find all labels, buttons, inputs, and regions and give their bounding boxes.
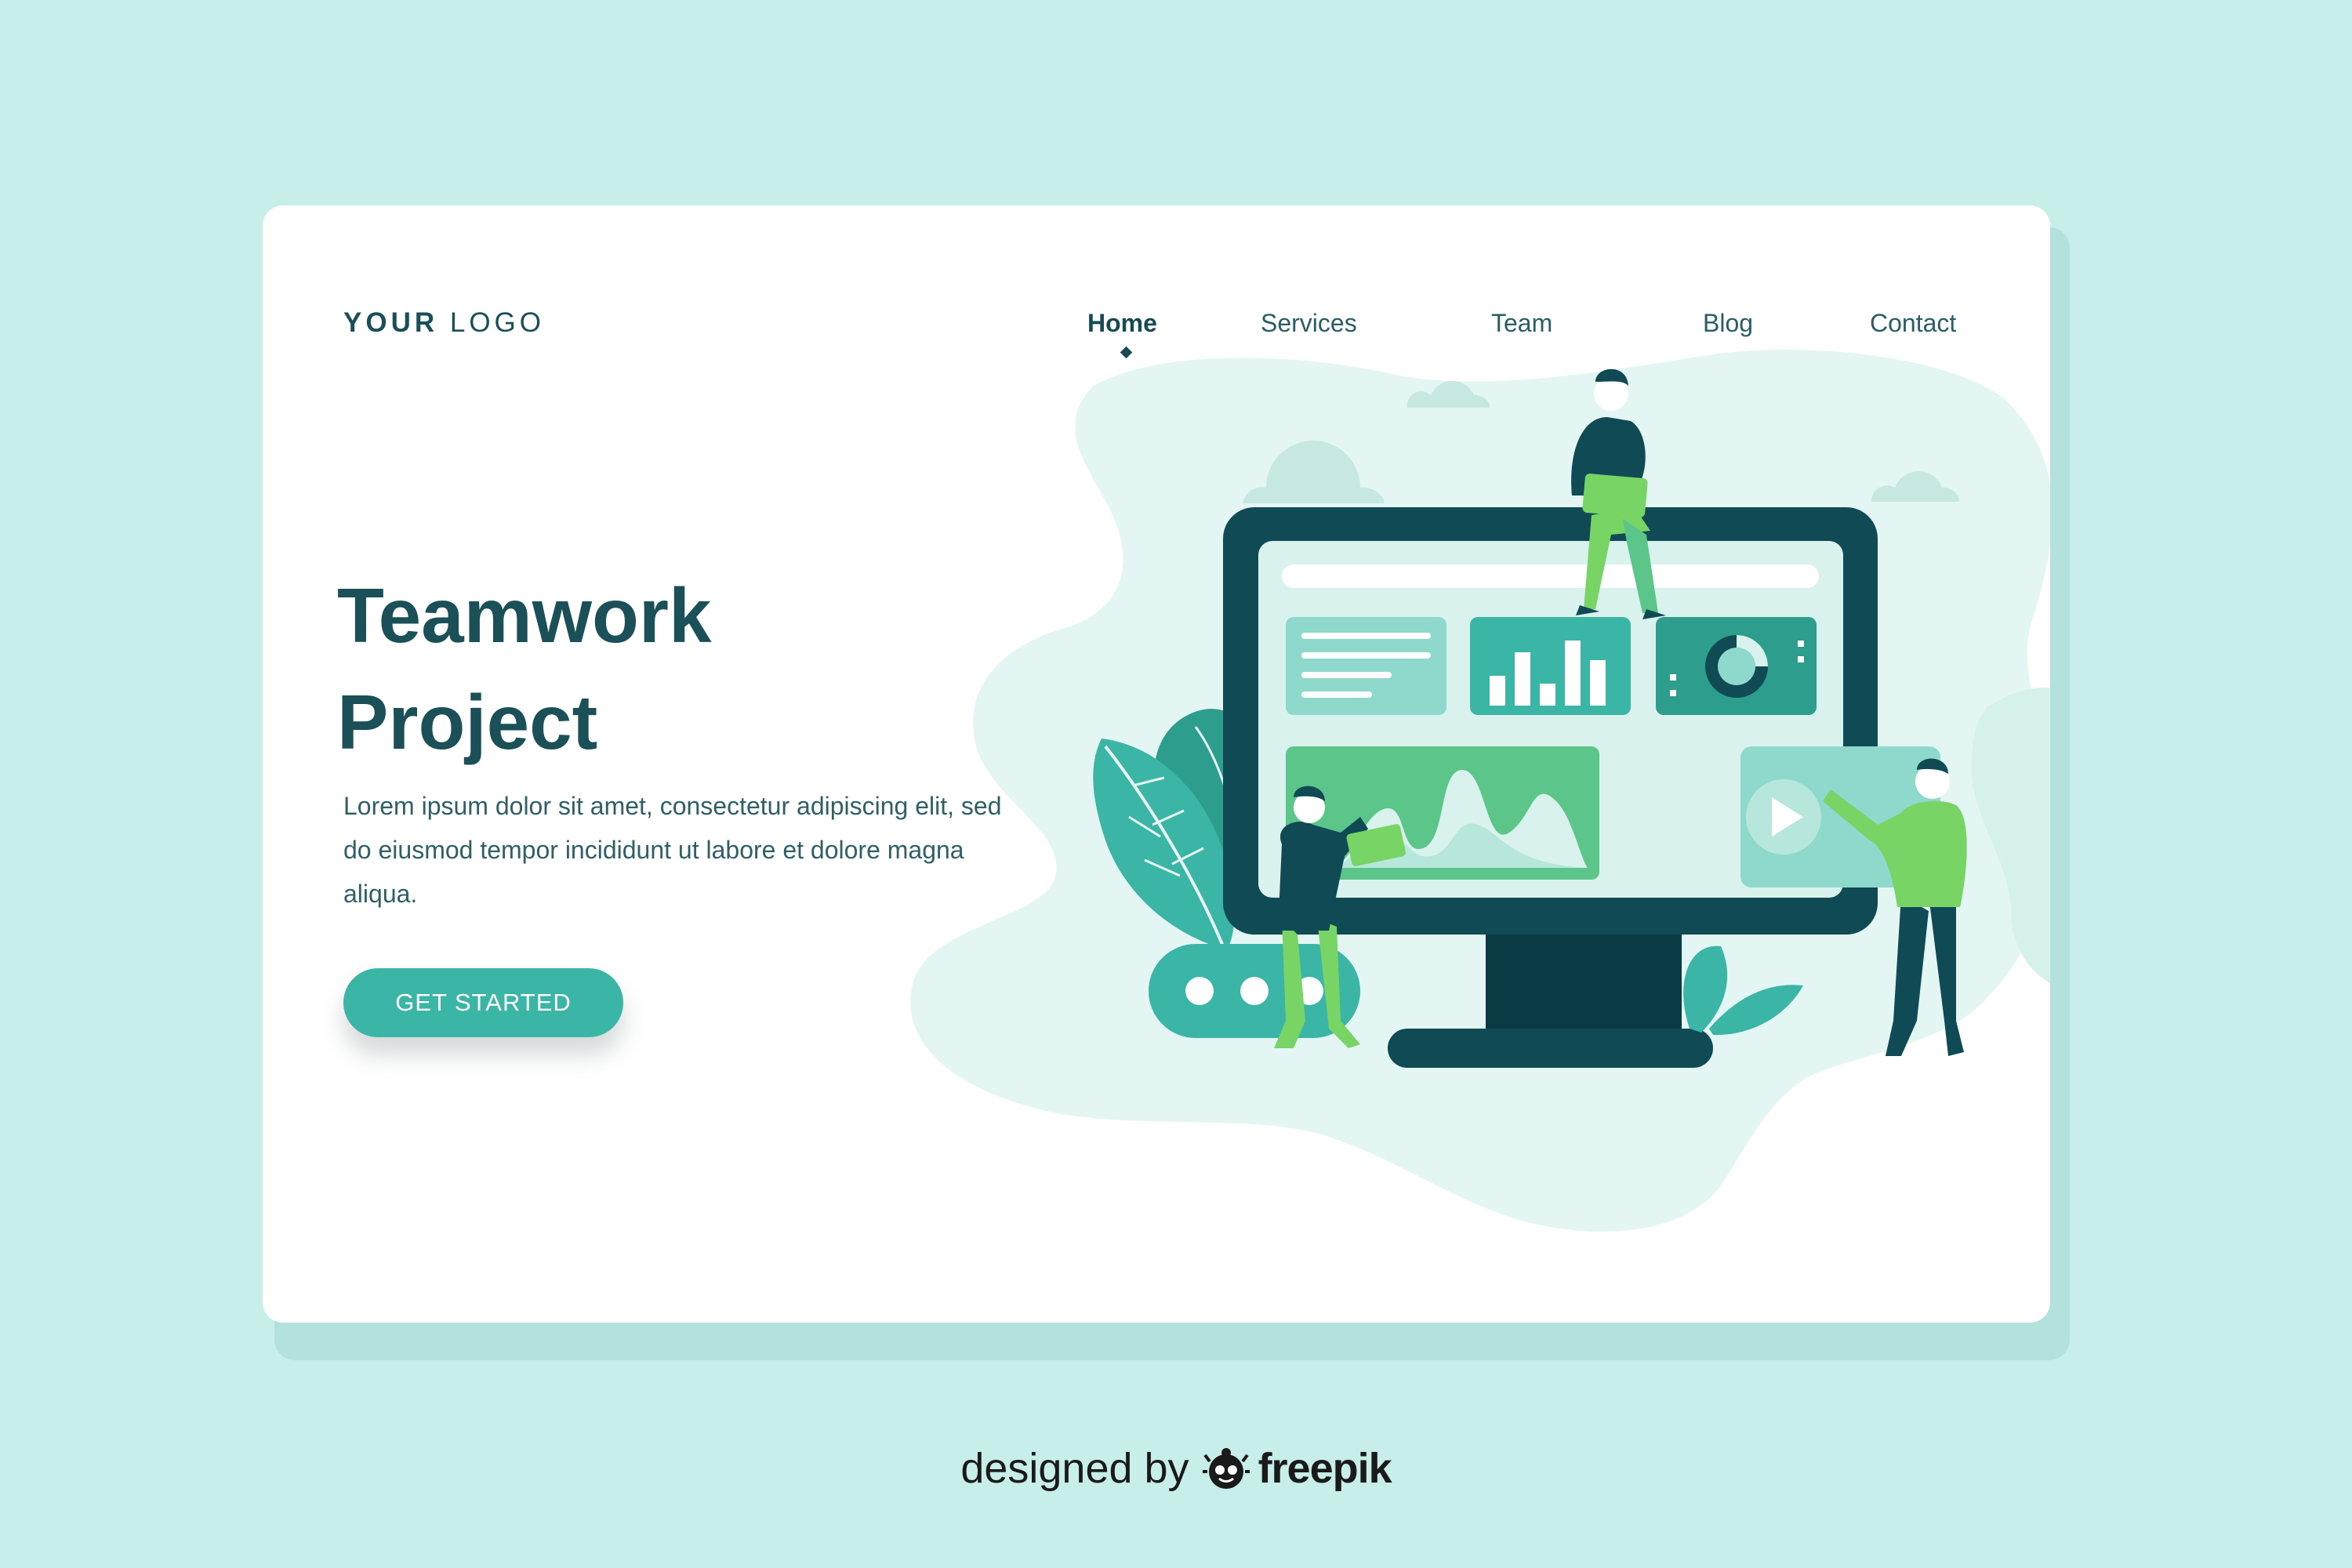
page: YOUR LOGO Home Services Team Blog Contac… [0, 0, 2352, 1568]
design-credit: designed by freepik [0, 1444, 2352, 1493]
get-started-button[interactable]: GET STARTED [343, 968, 623, 1037]
hero-title: Teamwork Project [337, 562, 711, 775]
landing-card: YOUR LOGO Home Services Team Blog Contac… [263, 205, 2050, 1323]
main-nav: Home Services Team Blog Contact [263, 309, 2050, 359]
nav-item-services[interactable]: Services [1261, 309, 1357, 338]
credit-prefix: designed by [960, 1445, 1189, 1492]
credit-brand: freepik [1258, 1445, 1392, 1492]
nav-item-home[interactable]: Home [1087, 309, 1157, 338]
hero-title-line-1: Teamwork [337, 572, 712, 659]
nav-item-team[interactable]: Team [1491, 309, 1552, 338]
nav-item-contact[interactable]: Contact [1870, 309, 1956, 338]
hero-description: Lorem ipsum dolor sit amet, consectetur … [343, 792, 1002, 908]
freepik-logo-icon [1202, 1448, 1250, 1489]
nav-item-blog[interactable]: Blog [1703, 309, 1753, 338]
hero-title-line-2: Project [337, 679, 598, 765]
